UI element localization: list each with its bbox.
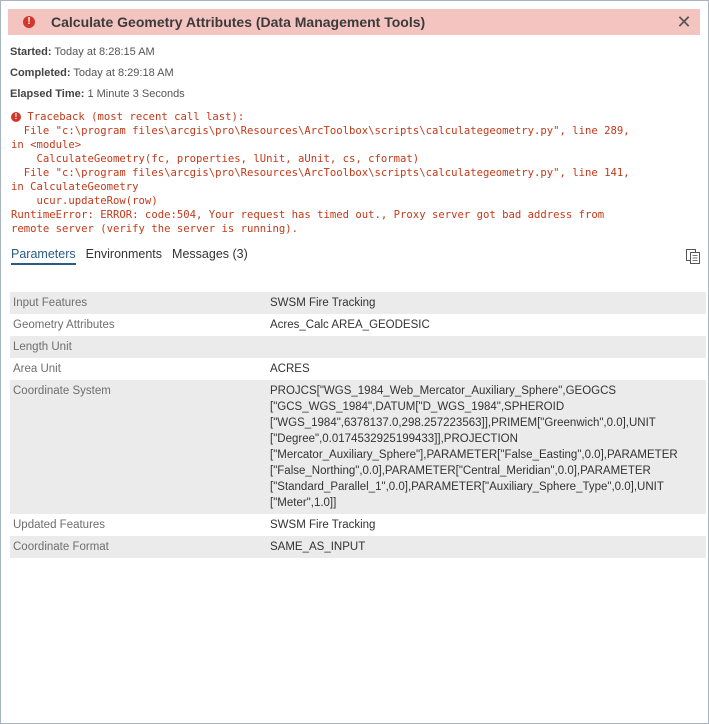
tab-messages[interactable]: Messages (3) [172,247,248,265]
traceback-line: in CalculateGeometry [11,181,139,193]
elapsed-label: Elapsed Time: [10,88,85,100]
param-value: SAME_AS_INPUT [264,536,706,558]
completed-label: Completed: [10,67,71,79]
param-value [264,336,706,358]
started-value: Today at 8:28:15 AM [54,46,155,58]
cs-line: ["Mercator_Auxiliary_Sphere"],PARAMETER[… [270,449,678,461]
traceback-line: File "c:\program files\arcgis\pro\Resour… [11,125,630,137]
table-row: Length Unit [10,336,706,358]
error-icon: ! [23,16,35,28]
parameters-table: Input Features SWSM Fire Tracking Geomet… [10,292,706,558]
cs-line: ["WGS_1984",6378137.0,298.257223563]],PR… [270,417,656,429]
traceback-line: RuntimeError: ERROR: code:504, Your requ… [11,209,605,221]
table-row: Coordinate Format SAME_AS_INPUT [10,536,706,558]
tool-title: Calculate Geometry Attributes (Data Mana… [51,14,426,30]
started-row: Started: Today at 8:28:15 AM [10,46,155,58]
elapsed-row: Elapsed Time: 1 Minute 3 Seconds [10,88,185,100]
tab-environments[interactable]: Environments [86,247,162,265]
table-row: Updated Features SWSM Fire Tracking [10,514,706,536]
param-key: Geometry Attributes [13,319,115,331]
param-key: Length Unit [10,336,264,358]
param-value: SWSM Fire Tracking [264,292,706,314]
param-key: Updated Features [13,519,106,531]
cs-line: PROJCS["WGS_1984_Web_Mercator_Auxiliary_… [270,385,617,397]
tool-header: ! Calculate Geometry Attributes (Data Ma… [8,9,700,35]
traceback-line: in <module> [11,139,82,151]
cs-line: ["Meter",1.0]] [270,497,337,509]
traceback-block: ! Traceback (most recent call last): Fil… [11,110,701,236]
close-icon[interactable]: ✕ [674,11,694,33]
cs-line: ["Standard_Parallel_1",0.0],PARAMETER["A… [270,481,664,493]
traceback-line: Traceback (most recent call last): [27,111,245,123]
completed-value: Today at 8:29:18 AM [73,67,174,79]
table-row: Geometry Attributes Acres_Calc AREA_GEOD… [10,314,706,336]
cs-line: ["GCS_WGS_1984",DATUM["D_WGS_1984",SPHER… [270,401,565,413]
copy-icon[interactable] [685,248,701,264]
param-key: Coordinate Format [10,536,264,558]
param-value-coordinate-system: PROJCS["WGS_1984_Web_Mercator_Auxiliary_… [264,380,706,514]
tab-bar: Parameters Environments Messages (3) [11,247,258,265]
param-key: Area Unit [13,363,61,375]
param-value: Acres_Calc AREA_GEODESIC [270,319,430,331]
table-row: Input Features SWSM Fire Tracking [10,292,706,314]
param-value: SWSM Fire Tracking [270,519,376,531]
traceback-line: CalculateGeometry(fc, properties, lUnit,… [11,153,420,165]
param-value: ACRES [270,363,310,375]
elapsed-value: 1 Minute 3 Seconds [87,88,185,100]
param-key: Coordinate System [10,380,264,514]
tab-parameters[interactable]: Parameters [11,247,76,265]
table-row: Area Unit ACRES [10,358,706,380]
traceback-line: File "c:\program files\arcgis\pro\Resour… [11,167,630,179]
error-small-icon: ! [11,112,21,122]
cs-line: ["Degree",0.0174532925199433]],PROJECTIO… [270,433,518,445]
cs-line: ["False_Northing",0.0],PARAMETER["Centra… [270,465,651,477]
param-key: Input Features [10,292,264,314]
completed-row: Completed: Today at 8:29:18 AM [10,67,174,79]
traceback-line: ucur.updateRow(row) [11,195,158,207]
traceback-line: remote server (verify the server is runn… [11,223,299,235]
table-row: Coordinate System PROJCS["WGS_1984_Web_M… [10,380,706,514]
started-label: Started: [10,46,52,58]
